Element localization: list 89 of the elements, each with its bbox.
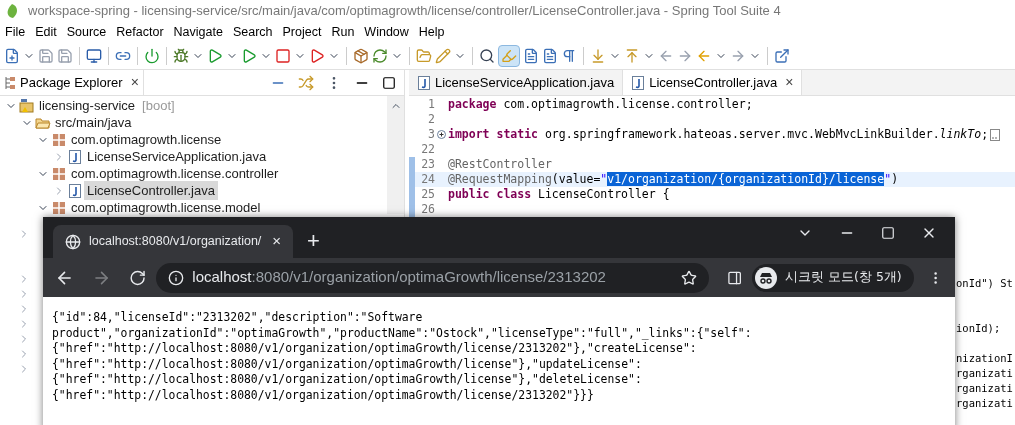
- highlight-toggle[interactable]: [498, 44, 520, 67]
- menu-item[interactable]: Refactor: [111, 22, 169, 42]
- editor-tab[interactable]: LicenseController.java ×: [623, 70, 803, 95]
- open-perspective-icon[interactable]: [774, 47, 790, 64]
- folder-icon: [35, 115, 51, 130]
- site-info-icon[interactable]: [168, 269, 185, 286]
- line-number: 24: [420, 170, 435, 188]
- window-title: workspace-spring - licensing-service/src/main/java/com/optimagrowth/license/controller/LicenseController.java - Spring Tool Suite 4: [28, 2, 781, 21]
- scrollbar[interactable]: [387, 96, 404, 214]
- package-explorer-icon: [4, 75, 16, 90]
- save-icon[interactable]: [38, 47, 54, 64]
- java-file-icon: [68, 148, 82, 165]
- line-number: 2: [427, 110, 435, 128]
- address-bar[interactable]: localhost:8080/v1/organization/optimaGrowth/license/2313202: [156, 262, 709, 293]
- reload-icon[interactable]: [129, 268, 147, 287]
- code-fragment: rganizati: [956, 381, 1013, 396]
- close-tab-button[interactable]: ×: [130, 72, 139, 93]
- menu-item[interactable]: Project: [277, 22, 327, 42]
- run-server-icon[interactable]: [241, 47, 257, 64]
- package-add-icon[interactable]: [353, 47, 369, 64]
- close-tab-button[interactable]: ×: [785, 72, 794, 93]
- code-line: import static org.springframework.hateoas.server.mvc.WebMvcLinkBuilder.linkTo;: [448, 125, 989, 143]
- json-text-line: {"href":"http://localhost:8080/v1/organization/optimaGrowth/license/2313202"}}}: [52, 387, 595, 403]
- next-annotation-icon[interactable]: [590, 47, 606, 64]
- json-text-line: {"href":"http://localhost:8080/v1/organization/optimaGrowth/license/2313202"},"createLicense":: [52, 341, 698, 357]
- line-number: 23: [420, 155, 435, 173]
- tree-item[interactable]: LicenseController.java: [84, 180, 218, 201]
- package-icon: [52, 132, 66, 147]
- incognito-icon: [755, 266, 778, 289]
- menu-item[interactable]: Source: [61, 22, 112, 42]
- code-fragment: onId") St: [956, 276, 1013, 291]
- package-icon: [52, 200, 66, 215]
- bookmark-star-icon[interactable]: [680, 269, 697, 286]
- menu-item[interactable]: Edit: [30, 22, 62, 42]
- code-line: @RestController: [448, 155, 552, 173]
- code-fragment: rganizati: [956, 366, 1013, 381]
- link-editor-icon[interactable]: [298, 74, 314, 91]
- menu-item[interactable]: Navigate: [168, 22, 228, 42]
- code-line: @RequestMapping(value="v1/organization/{organizationId}/license"): [448, 170, 899, 188]
- line-number: 1: [427, 95, 435, 113]
- folded-code-icon[interactable]: [990, 128, 1001, 141]
- java-file-icon: [417, 74, 431, 91]
- incognito-badge[interactable]: 시크릿 모드(창 5개): [752, 263, 914, 292]
- relaunch-icon[interactable]: [309, 47, 325, 64]
- menu-item[interactable]: Search: [227, 22, 278, 42]
- search-icon[interactable]: [479, 47, 495, 64]
- pilcrow-icon[interactable]: [561, 47, 577, 64]
- code-line: public class LicenseController {: [448, 186, 670, 203]
- previous-annotation-icon[interactable]: [624, 47, 640, 64]
- json-text-line: {"id":84,"licenseId":"2313202","description":"Software: [52, 310, 424, 326]
- code-fragment: nizationI: [956, 351, 1013, 366]
- terminal-icon[interactable]: [86, 47, 102, 64]
- java-file-icon: [68, 182, 82, 199]
- menu-item[interactable]: Run: [326, 22, 360, 42]
- close-tab-button[interactable]: ×: [272, 230, 281, 253]
- json-text-line: {"href":"http://localhost:8080/v1/organization/optimaGrowth/license"},"deleteLicense":: [52, 372, 643, 388]
- code-line: package com.optimagrowth.license.controller;: [448, 95, 753, 113]
- java-file-icon: [631, 74, 646, 91]
- project-tag: [boot]: [142, 95, 175, 116]
- power-icon[interactable]: [144, 47, 160, 64]
- menu-item[interactable]: Help: [413, 22, 450, 42]
- document-icon[interactable]: [523, 47, 539, 64]
- line-number: 26: [420, 200, 435, 218]
- maximize-icon[interactable]: [382, 75, 396, 90]
- stop-icon[interactable]: [275, 47, 291, 64]
- code-fragment: ionId);: [956, 321, 1002, 336]
- globe-icon: [65, 233, 81, 250]
- open-folder-icon[interactable]: [416, 47, 432, 64]
- new-icon[interactable]: [4, 47, 20, 64]
- save-all-icon[interactable]: [57, 47, 73, 64]
- json-text-line: product","organizationId":"optimaGrowth","productName":"Ostock","licenseType":"full","_links":{"self":: [52, 325, 753, 341]
- refresh-icon[interactable]: [372, 47, 388, 64]
- pencil-icon[interactable]: [435, 47, 451, 64]
- package-icon: [52, 166, 66, 181]
- project-icon: [19, 97, 35, 114]
- new-tab-button[interactable]: +: [307, 230, 320, 252]
- line-number: 25: [420, 185, 435, 203]
- code-fragment: rganizati: [956, 396, 1013, 411]
- line-number: 22: [420, 140, 435, 158]
- debug-icon[interactable]: [173, 47, 189, 64]
- run-icon[interactable]: [207, 47, 223, 64]
- menu-item[interactable]: File: [0, 22, 31, 42]
- menu-item[interactable]: Window: [359, 22, 414, 42]
- browser-tab[interactable]: localhost:8080/v1/organization/ ×: [53, 225, 293, 258]
- side-panel-icon[interactable]: [726, 269, 743, 286]
- page-icon[interactable]: [542, 47, 558, 64]
- expand-fold-icon[interactable]: [437, 130, 446, 139]
- line-number: 3: [427, 125, 435, 143]
- json-text-line: {"href":"http://localhost:8080/v1/organization/optimaGrowth/license"},"updateLicense":: [52, 356, 643, 372]
